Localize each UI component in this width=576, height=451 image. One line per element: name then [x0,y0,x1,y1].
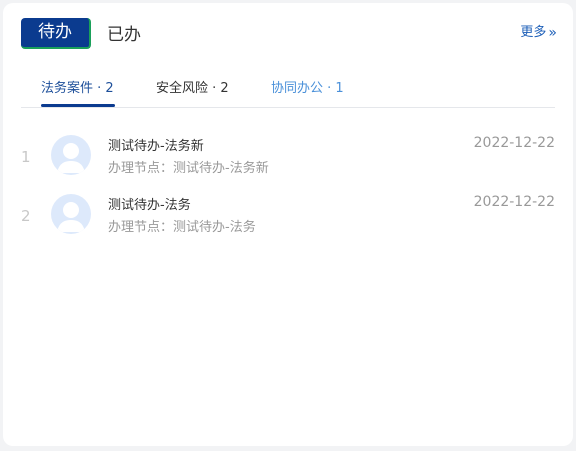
tab-safety-risk[interactable]: 安全风险 · 2 [156,80,229,98]
todo-card: 待办 已办 更多 » 法务案件 · 2 安全风险 · 2 协同办公 · 1 1 … [3,3,573,446]
item-title: 测试待办-法务新 [108,139,204,154]
item-index: 1 [21,148,31,166]
item-date: 2022-12-22 [473,194,555,210]
item-index: 2 [21,207,31,225]
item-subtitle: 办理节点：测试待办-法务新 [108,161,269,176]
tab-collab-office[interactable]: 协同办公 · 1 [271,80,344,98]
tab-done[interactable]: 已办 [107,20,141,50]
double-chevron-right-icon: » [548,25,557,41]
more-link[interactable]: 更多 » [520,23,557,43]
list-item[interactable]: 2 测试待办-法务 办理节点：测试待办-法务 2022-12-22 [3,192,573,248]
item-subtitle: 办理节点：测试待办-法务 [108,220,256,235]
item-title: 测试待办-法务 [108,198,191,213]
tab-todo-label: 待办 [38,22,72,42]
list-item[interactable]: 1 测试待办-法务新 办理节点：测试待办-法务新 2022-12-22 [3,133,573,189]
tab-todo[interactable]: 待办 [21,18,91,49]
avatar-icon [51,135,91,175]
more-label: 更多 [520,25,547,40]
sub-tab-bar: 法务案件 · 2 安全风险 · 2 协同办公 · 1 [21,73,555,108]
avatar-icon [51,194,91,234]
active-tab-underline [41,104,115,107]
tab-done-label: 已办 [107,25,141,45]
tab-legal-cases[interactable]: 法务案件 · 2 [41,80,114,98]
item-date: 2022-12-22 [473,135,555,151]
